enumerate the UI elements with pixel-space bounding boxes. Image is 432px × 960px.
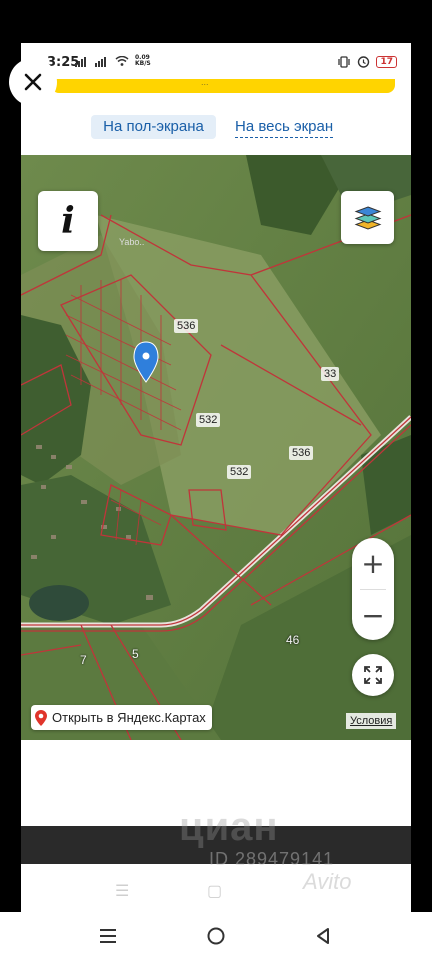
parcel-number: 536 bbox=[174, 319, 199, 333]
menu-icon bbox=[100, 929, 116, 943]
parcel-number: 532 bbox=[196, 413, 221, 427]
system-nav-bar bbox=[0, 912, 432, 960]
parcel-number: 5 bbox=[132, 647, 139, 661]
info-icon: i bbox=[61, 200, 75, 242]
menu-button[interactable] bbox=[96, 924, 120, 948]
open-in-yandex-link[interactable]: Открыть в Яндекс.Картах bbox=[31, 705, 212, 730]
net-speed: 0.09 KB/S bbox=[135, 54, 151, 67]
phone-stage: 3:25 0.09 KB/S 17 ... На пол-экрана На в… bbox=[0, 0, 432, 960]
map-view-tabs: На пол-экрана На весь экран bbox=[21, 113, 411, 143]
vibrate-icon bbox=[338, 55, 351, 68]
parcel-number: 7 bbox=[80, 653, 87, 667]
signal-icon bbox=[95, 57, 106, 67]
close-button[interactable] bbox=[9, 58, 57, 106]
parcel-number: 536 bbox=[289, 446, 314, 460]
layers-button[interactable] bbox=[341, 191, 394, 244]
status-bar: 3:25 0.09 KB/S 17 bbox=[21, 43, 411, 79]
back-button[interactable] bbox=[311, 924, 335, 948]
parcel-number: 532 bbox=[227, 465, 252, 479]
info-button[interactable]: i bbox=[38, 191, 98, 251]
alarm-icon bbox=[358, 56, 370, 68]
fullscreen-button[interactable] bbox=[352, 654, 394, 696]
battery-indicator: 17 bbox=[376, 55, 397, 68]
layers-icon bbox=[354, 205, 381, 230]
satellite-map[interactable]: Yabo.. 536 33 532 536 532 46 7 5 i + − О… bbox=[21, 155, 411, 740]
watermark-id: ID 289479141 bbox=[209, 849, 335, 869]
terms-link[interactable]: Условия bbox=[346, 713, 397, 729]
status-right: 17 bbox=[337, 55, 397, 68]
tab-full-screen[interactable]: На весь экран bbox=[235, 117, 334, 138]
wifi-icon bbox=[115, 56, 129, 66]
place-label: Yabo.. bbox=[119, 237, 145, 247]
home-icon: ▢ bbox=[207, 883, 223, 900]
close-icon bbox=[24, 73, 42, 91]
signal-icon bbox=[75, 57, 86, 67]
home-icon bbox=[207, 927, 225, 945]
parcel-number: 33 bbox=[321, 367, 340, 381]
zoom-out-button[interactable]: − bbox=[352, 590, 394, 640]
parcel-number: 46 bbox=[286, 633, 300, 647]
yellow-banner: ... bbox=[51, 77, 395, 93]
open-in-yandex-label: Открыть в Яндекс.Картах bbox=[52, 710, 206, 725]
map-pin-icon bbox=[35, 709, 47, 726]
inner-screenshot: 3:25 0.09 KB/S 17 ... На пол-экрана На в… bbox=[21, 43, 411, 912]
back-icon bbox=[317, 928, 329, 944]
tab-half-screen[interactable]: На пол-экрана bbox=[91, 115, 216, 139]
zoom-in-button[interactable]: + bbox=[352, 538, 394, 588]
watermark-cian: циан bbox=[179, 805, 279, 849]
home-button[interactable] bbox=[204, 924, 228, 948]
zoom-control: + − bbox=[352, 538, 394, 640]
fullscreen-icon bbox=[364, 666, 382, 684]
menu-icon: ☰ bbox=[115, 883, 130, 900]
watermark-avito: Avito bbox=[303, 869, 352, 894]
